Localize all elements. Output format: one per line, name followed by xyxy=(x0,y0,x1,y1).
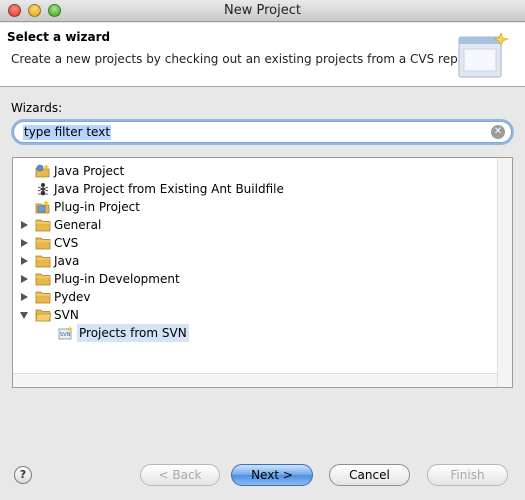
tree-item-plugin-development[interactable]: Plug-in Development xyxy=(13,270,495,288)
next-button[interactable]: Next > xyxy=(231,464,313,486)
window-title: New Project xyxy=(224,3,301,18)
svg-text:SVN: SVN xyxy=(60,332,71,338)
plugin-project-icon xyxy=(35,200,50,214)
back-button[interactable]: < Back xyxy=(140,464,220,486)
tree-item-projects-from-svn[interactable]: SVN Projects from SVN xyxy=(13,324,495,342)
wizard-tree[interactable]: Java Project Java Project from Existing … xyxy=(12,157,513,388)
ant-icon xyxy=(37,183,49,196)
tree-item-label: Plug-in Project xyxy=(54,200,140,214)
tree-item-svn[interactable]: SVN xyxy=(13,306,495,324)
tree-item-java-project[interactable]: Java Project xyxy=(13,162,495,180)
help-button[interactable]: ? xyxy=(14,466,32,484)
tree-item-label: Java Project xyxy=(54,164,125,178)
folder-open-icon xyxy=(35,309,51,322)
tree-item-java-project-ant[interactable]: Java Project from Existing Ant Buildfile xyxy=(13,180,495,198)
tree-item-cvs[interactable]: CVS xyxy=(13,234,495,252)
cancel-button[interactable]: Cancel xyxy=(329,464,410,486)
tree-item-pydev[interactable]: Pydev xyxy=(13,288,495,306)
banner-title: Select a wizard xyxy=(7,30,111,44)
wizard-banner: Select a wizard Create a new projects by… xyxy=(0,23,525,87)
tree-item-java[interactable]: Java xyxy=(13,252,495,270)
folder-icon xyxy=(35,273,51,286)
expand-arrow-icon[interactable] xyxy=(21,239,28,247)
folder-icon xyxy=(35,219,51,232)
filter-text[interactable]: type filter text xyxy=(23,125,112,140)
title-bar: New Project xyxy=(0,0,525,22)
tree-item-plugin-project[interactable]: Plug-in Project xyxy=(13,198,495,216)
clear-search-icon[interactable]: ✕ xyxy=(491,125,505,139)
folder-icon xyxy=(35,255,51,268)
java-project-icon xyxy=(35,164,50,178)
tree-item-label: Plug-in Development xyxy=(54,272,180,286)
expand-arrow-icon[interactable] xyxy=(21,221,28,229)
finish-button[interactable]: Finish xyxy=(427,464,508,486)
banner-description: Create a new projects by checking out an… xyxy=(11,52,501,66)
tree-item-label: Projects from SVN xyxy=(77,324,189,342)
filter-search-field[interactable]: type filter text ✕ xyxy=(13,121,512,143)
tree-item-label: CVS xyxy=(54,236,79,250)
expand-arrow-icon[interactable] xyxy=(21,257,28,265)
new-project-wizard-icon xyxy=(458,32,510,78)
horizontal-scrollbar[interactable] xyxy=(13,373,497,387)
tree-item-label: Java Project from Existing Ant Buildfile xyxy=(54,182,284,196)
expand-arrow-icon[interactable] xyxy=(21,293,28,301)
tree-item-label: Pydev xyxy=(54,290,91,304)
tree-item-label: General xyxy=(54,218,102,232)
vertical-scrollbar[interactable] xyxy=(497,158,512,387)
wizards-label: Wizards: xyxy=(11,101,63,115)
folder-icon xyxy=(35,291,51,304)
svn-repository-icon: SVN xyxy=(58,326,73,340)
collapse-arrow-icon[interactable] xyxy=(20,312,28,319)
folder-icon xyxy=(35,237,51,250)
tree-item-label: Java xyxy=(54,254,80,268)
new-project-window: New Project Select a wizard Create a new… xyxy=(0,0,525,500)
expand-arrow-icon[interactable] xyxy=(21,275,28,283)
tree-item-label: SVN xyxy=(54,308,79,322)
tree-item-general[interactable]: General xyxy=(13,216,495,234)
